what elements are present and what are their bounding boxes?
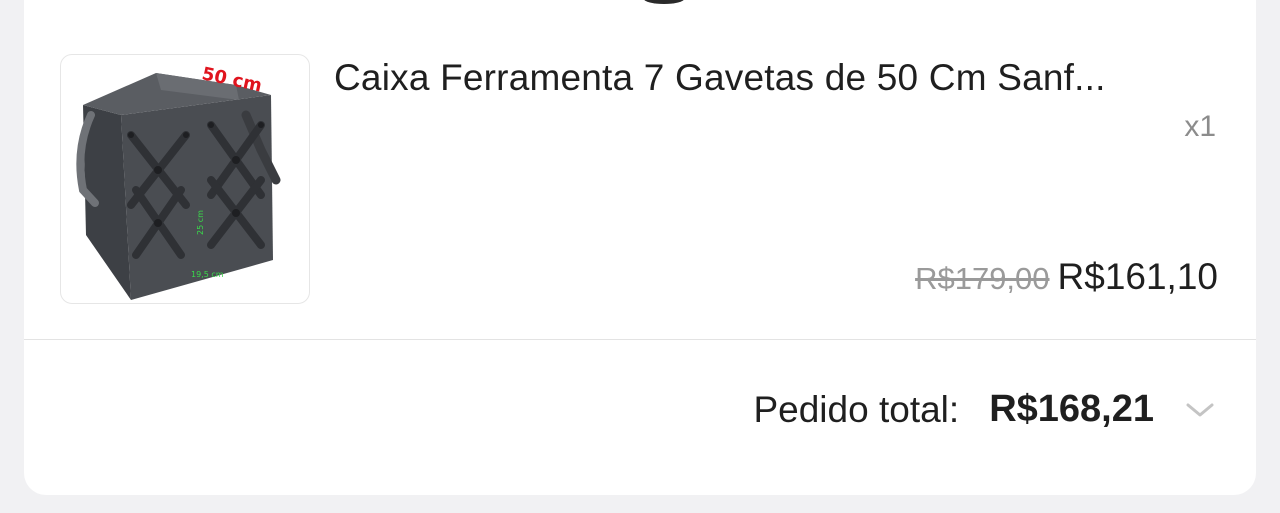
original-price: R$179,00 (915, 261, 1050, 296)
product-quantity: x1 (1184, 110, 1216, 143)
image-height-label: 25 cm (196, 210, 205, 235)
order-total-label: Pedido total: (753, 388, 960, 430)
order-card: 50 cm 25 cm 19,5 cm Caixa Ferramenta 7 G… (24, 0, 1256, 495)
product-image[interactable]: 50 cm 25 cm 19,5 cm (60, 54, 310, 304)
price-row: R$179,00 R$161,10 (915, 256, 1218, 298)
chevron-down-icon[interactable] (1180, 390, 1220, 430)
order-total-value: R$168,21 (989, 388, 1154, 430)
divider (24, 339, 1256, 340)
order-total-row[interactable]: Pedido total: R$168,21 (753, 388, 1220, 431)
image-depth-label: 19,5 cm (191, 270, 224, 279)
toolbox-illustration: 50 cm 25 cm 19,5 cm (76, 63, 281, 300)
product-title[interactable]: Caixa Ferramenta 7 Gavetas de 50 Cm Sanf… (334, 56, 1218, 100)
top-edge-fragment (644, 0, 684, 4)
current-price: R$161,10 (1057, 256, 1218, 297)
